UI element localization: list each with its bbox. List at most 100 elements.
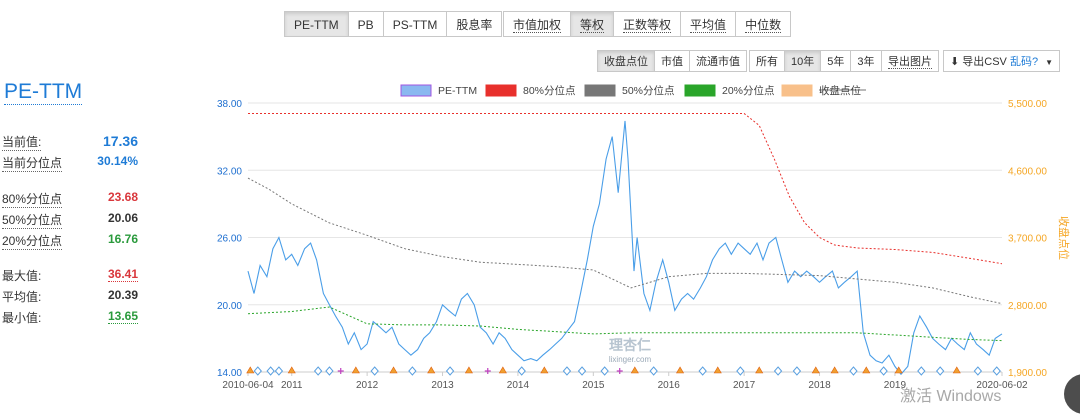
range-tab-label: 3年 xyxy=(857,56,875,68)
legend-label: PE-TTM xyxy=(438,85,477,97)
overlay-tab-2[interactable]: 流通市值 xyxy=(689,50,747,72)
range-tab-2[interactable]: 5年 xyxy=(820,50,852,72)
event-marker-diamond xyxy=(266,366,275,376)
metric-tab-label: PS-TTM xyxy=(392,18,438,32)
event-marker-triangle xyxy=(811,366,820,374)
windows-watermark: 激活 Windows xyxy=(900,388,1002,405)
event-marker-diamond xyxy=(253,366,262,376)
left-tick-label: 14.00 xyxy=(217,368,242,379)
metric-tab-group: PE-TTM PB PS-TTM 股息率 xyxy=(284,11,503,37)
event-marker-triangle xyxy=(755,366,764,374)
weight-tab-label: 等权 xyxy=(580,18,605,33)
legend-swatch xyxy=(781,84,813,97)
event-marker-triangle xyxy=(246,366,255,374)
overlay-tab-1[interactable]: 市值 xyxy=(654,50,690,72)
event-marker-diamond xyxy=(879,366,888,376)
event-marker-triangle xyxy=(713,366,722,374)
event-marker-diamond xyxy=(274,366,284,376)
logo-title: 理杏仁 xyxy=(609,337,651,353)
garbled-text-link[interactable]: 乱码? xyxy=(1010,56,1038,68)
download-icon: ⬇︎ xyxy=(950,56,960,68)
overlay-tab-group: 收盘点位 市值 流通市值 xyxy=(597,50,747,72)
weight-tab-3[interactable]: 平均值 xyxy=(680,11,737,37)
event-marker-diamond xyxy=(736,366,745,376)
event-marker-triangle xyxy=(351,366,360,374)
weight-tab-4[interactable]: 中位数 xyxy=(735,11,792,37)
export-csv-button[interactable]: ⬇︎ 导出CSV 乱码? ▼ xyxy=(943,50,1061,72)
right-tick-label: 5,500.00 xyxy=(1008,99,1047,110)
x-tick-label: 2010-06-04 xyxy=(222,380,274,391)
event-marker-diamond xyxy=(408,366,417,376)
export-csv-group: ⬇︎ 导出CSV 乱码? ▼ xyxy=(943,50,1061,72)
series-line-1 xyxy=(248,113,1003,265)
event-marker-triangle xyxy=(676,366,685,374)
metric-tab-1[interactable]: PB xyxy=(347,11,384,37)
event-marker-plus xyxy=(337,368,344,374)
weight-tab-0[interactable]: 市值加权 xyxy=(503,11,572,37)
event-marker-triangle xyxy=(952,366,961,374)
range-tab-0[interactable]: 所有 xyxy=(749,50,785,72)
legend-label: 20%分位点 xyxy=(722,84,775,97)
event-marker-triangle xyxy=(540,366,549,374)
x-tick-label: 2014 xyxy=(507,380,530,391)
metric-tab-label: 股息率 xyxy=(456,18,493,32)
overlay-tab-0[interactable]: 收盘点位 xyxy=(597,50,655,72)
metric-tab-3[interactable]: 股息率 xyxy=(446,11,503,37)
right-tick-label: 2,800.00 xyxy=(1008,301,1047,312)
legend-label: 收盘点位 xyxy=(819,84,861,97)
right-tick-label: 1,900.00 xyxy=(1008,368,1047,379)
event-marker-diamond xyxy=(649,366,658,376)
pe-ttm-chart: 14.00 20.00 26.00 32.00 38.00 1,900.00 2,800.0… xyxy=(217,84,1071,391)
event-marker-diamond xyxy=(445,366,455,376)
event-marker-triangle xyxy=(389,366,398,374)
overlay-tab-label: 市值 xyxy=(661,56,683,68)
event-marker-triangle xyxy=(287,366,296,374)
event-marker-diamond xyxy=(917,366,926,376)
export-csv-label: 导出CSV xyxy=(962,56,1007,68)
series-line-3 xyxy=(247,306,1003,342)
x-tick-label: 2018 xyxy=(808,380,831,391)
event-marker-triangle xyxy=(464,366,473,374)
event-marker-diamond xyxy=(773,366,783,376)
x-tick-label: 2015 xyxy=(582,380,605,391)
legend-swatch xyxy=(584,84,616,97)
weight-tab-label: 市值加权 xyxy=(513,18,562,33)
weight-tab-label: 平均值 xyxy=(690,18,727,33)
metric-tab-label: PB xyxy=(357,18,374,32)
event-marker-diamond xyxy=(992,366,1001,376)
metric-tab-2[interactable]: PS-TTM xyxy=(382,11,448,37)
weight-tab-label: 中位数 xyxy=(745,18,782,33)
metric-tab-0[interactable]: PE-TTM xyxy=(284,11,349,37)
weight-tab-2[interactable]: 正数等权 xyxy=(613,11,682,37)
metric-tab-label: PE-TTM xyxy=(294,18,339,32)
event-marker-diamond xyxy=(577,366,587,376)
export-image-button[interactable]: 导出图片 xyxy=(881,50,939,72)
series-line-2 xyxy=(247,177,1003,305)
range-tab-label: 10年 xyxy=(791,56,815,68)
export-image-group: 导出图片 xyxy=(881,50,939,72)
event-marker-diamond xyxy=(325,366,334,376)
event-marker-diamond xyxy=(517,366,526,376)
legend-label: 50%分位点 xyxy=(622,84,675,97)
range-tab-label: 所有 xyxy=(756,56,778,68)
event-marker-triangle xyxy=(862,366,871,374)
event-marker-triangle xyxy=(630,366,639,374)
overlay-tab-label: 收盘点位 xyxy=(604,56,648,68)
event-marker-diamond xyxy=(600,366,609,376)
logo-subtitle: lixinger.com xyxy=(609,355,652,364)
export-image-label: 导出图片 xyxy=(888,56,932,69)
event-marker-diamond xyxy=(370,366,379,376)
event-marker-triangle xyxy=(498,366,507,374)
x-tick-label: 2016 xyxy=(658,380,681,391)
weight-tab-1[interactable]: 等权 xyxy=(570,11,615,37)
x-tick-label: 2013 xyxy=(431,380,454,391)
right-axis-label: 收盘点位 xyxy=(1057,216,1071,260)
weight-tab-group: 市值加权 等权 正数等权 平均值 中位数 xyxy=(503,11,792,37)
legend-swatch xyxy=(684,84,716,97)
legend-label: 80%分位点 xyxy=(523,84,576,97)
event-marker-diamond xyxy=(562,366,572,376)
overlay-tab-label: 流通市值 xyxy=(696,56,740,68)
range-tab-1[interactable]: 10年 xyxy=(784,50,822,72)
range-tab-3[interactable]: 3年 xyxy=(850,50,882,72)
event-marker-triangle xyxy=(427,366,436,374)
